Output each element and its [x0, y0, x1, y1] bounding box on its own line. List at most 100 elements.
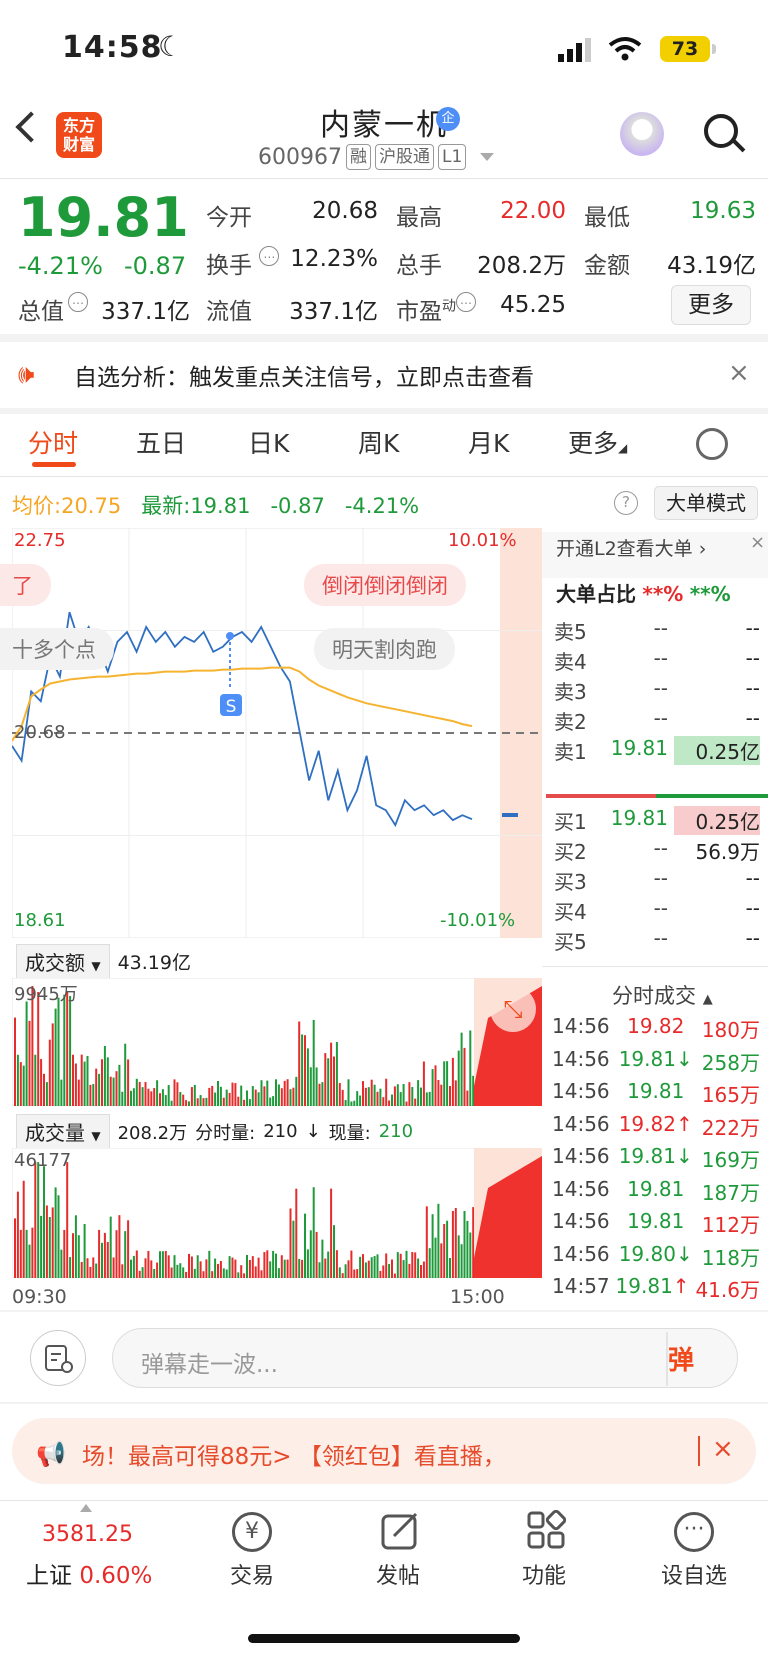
volume-bar	[196, 1098, 199, 1106]
volume-bar	[425, 1206, 428, 1278]
more-options-icon[interactable]: ···	[674, 1512, 714, 1552]
volume-bar	[214, 1092, 217, 1106]
trade-time: 14:56	[552, 1209, 610, 1233]
nav-post[interactable]: 发帖	[348, 1558, 448, 1590]
volume-bar	[25, 1001, 28, 1106]
danmu-bubble[interactable]: 了	[0, 564, 51, 606]
volume-bar	[469, 1232, 472, 1278]
features-icon[interactable]	[526, 1510, 566, 1550]
trade-volume: 118万	[701, 1245, 760, 1270]
volume-bar	[466, 1220, 469, 1278]
more-button[interactable]: 更多	[671, 285, 751, 325]
volume-label: 总手	[396, 253, 442, 279]
high-value: 22.00	[500, 198, 566, 224]
l2-link[interactable]: 开通L2查看大单 ›	[556, 534, 706, 561]
volume-bar	[451, 1057, 454, 1106]
help-icon[interactable]: ?	[614, 491, 638, 515]
post-icon[interactable]	[380, 1510, 420, 1552]
close-icon[interactable]: ×	[728, 358, 750, 388]
gear-icon[interactable]	[696, 428, 728, 460]
volume-bar	[437, 1079, 440, 1106]
close-icon[interactable]: ×	[712, 1434, 734, 1464]
trade-row: 14:56 19.82 180万	[552, 1014, 760, 1043]
volume-bar	[353, 1100, 356, 1106]
level-volume: 56.9万	[695, 840, 760, 864]
big-order-mode-button[interactable]: 大单模式	[654, 486, 758, 520]
more-info-icon[interactable]: …	[259, 246, 280, 266]
trades-title-text: 分时成交	[612, 984, 696, 1008]
volume-bar	[243, 1099, 246, 1106]
index-value[interactable]: 3581.25	[42, 1522, 133, 1547]
danmu-bubble[interactable]: 明天割肉跑	[314, 628, 455, 670]
danmu-send-button[interactable]: 弹	[668, 1340, 694, 1377]
avg-value: 20.75	[61, 494, 122, 518]
nav-features[interactable]: 功能	[494, 1558, 594, 1590]
danmu-bubble[interactable]: 倒闭倒闭倒闭	[304, 564, 466, 606]
danmu-bubble[interactable]: 十多个点	[0, 628, 114, 670]
volume-bar	[228, 1092, 231, 1106]
volume-bar	[37, 992, 40, 1106]
volume-bar	[231, 1257, 234, 1278]
level-volume: --	[745, 706, 760, 730]
close-icon[interactable]: ×	[750, 532, 765, 553]
tab-daily-k[interactable]: 日K	[248, 424, 289, 460]
x-end-label: 15:00	[450, 1286, 505, 1308]
volume-bar	[399, 1253, 402, 1278]
volume-bar	[257, 1257, 260, 1278]
banner-text[interactable]: 场！最高可得88元> 【领红包】看直播，	[82, 1437, 506, 1471]
volume-bar	[34, 1054, 37, 1106]
volume-bar	[411, 1252, 414, 1278]
more-info-icon[interactable]: …	[68, 292, 88, 312]
moon-icon: ☾	[158, 30, 184, 63]
more-info-icon[interactable]: …	[456, 292, 476, 312]
tab-weekly-k[interactable]: 周K	[358, 424, 399, 460]
nav-add-watchlist[interactable]: 设自选	[644, 1558, 744, 1590]
volume-selector[interactable]: 成交量 ▼	[16, 1114, 110, 1149]
collapse-arrow-icon[interactable]: ⤡	[490, 986, 536, 1032]
tab-more[interactable]: 更多◢	[568, 424, 627, 460]
alert-text[interactable]: 自选分析：触发重点关注信号，立即点击查看	[74, 358, 534, 392]
volume-bar	[321, 1082, 324, 1106]
tab-intraday[interactable]: 分时	[28, 424, 78, 460]
volume-bar	[188, 1253, 190, 1278]
amount-selector[interactable]: 成交额 ▼	[16, 944, 110, 979]
volume-bar	[179, 1263, 182, 1278]
volume-bar	[193, 1084, 196, 1106]
volume-bar	[359, 1095, 362, 1106]
volume-bar	[199, 1095, 202, 1106]
level-label: 卖3	[554, 680, 587, 704]
mktcap-value: 337.1亿	[101, 299, 190, 325]
trades-title[interactable]: 分时成交 ▲	[612, 980, 713, 1010]
now-volume-label: 现量:	[328, 1122, 371, 1144]
stock-code-row[interactable]: 600967 融 沪股通 L1	[258, 144, 495, 170]
volume-bar	[405, 1250, 408, 1278]
volume-bar	[83, 1061, 86, 1106]
danmu-input[interactable]: 弹幕走一波...	[112, 1328, 738, 1388]
tab-monthly-k[interactable]: 月K	[468, 424, 509, 460]
volume-header: 成交量 ▼ 208.2万 分时量: 210 ↓ 现量: 210	[16, 1114, 413, 1149]
trade-row: 14:56 19.81 187万	[552, 1177, 760, 1206]
trade-icon[interactable]: ¥	[232, 1512, 272, 1552]
tab-five-day[interactable]: 五日	[136, 424, 186, 460]
index-ticker[interactable]: 上证 0.60%	[26, 1556, 152, 1590]
level-price: --	[653, 616, 668, 640]
volume-bar	[312, 1187, 315, 1278]
volume-bar	[66, 992, 69, 1106]
volume-bar	[182, 1094, 185, 1106]
assistant-avatar-icon[interactable]	[620, 112, 664, 156]
volume-bar	[472, 1207, 475, 1278]
level-label: 卖4	[554, 650, 587, 674]
index-expand-icon[interactable]	[80, 1504, 92, 1512]
volume-bar	[356, 1269, 359, 1278]
level-price: --	[653, 646, 668, 670]
pct-top-label: 10.01%	[448, 530, 517, 551]
nav-trade[interactable]: 交易	[202, 1558, 302, 1590]
volume-bar	[231, 1082, 234, 1106]
trade-time: 14:56	[552, 1241, 610, 1266]
volume-bar	[135, 1078, 138, 1106]
volume-bar	[295, 1188, 298, 1278]
volume-bar	[159, 1251, 161, 1278]
trade-time: 14:56	[552, 1111, 610, 1136]
volume-bar	[335, 1250, 338, 1278]
bid-row: 买1 19.81 0.25亿	[552, 806, 760, 835]
